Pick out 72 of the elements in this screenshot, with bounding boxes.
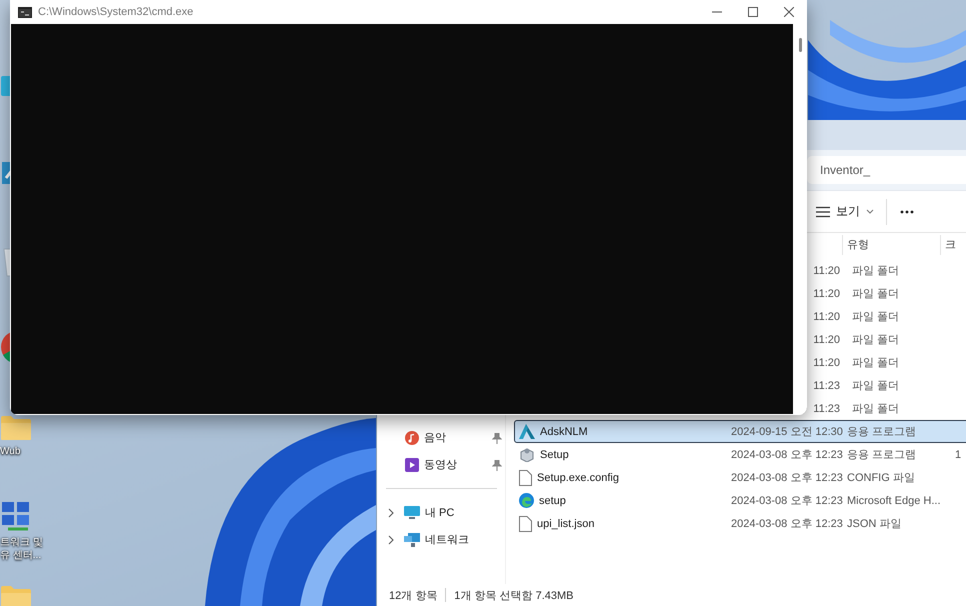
- file-type: 응용 프로그램: [846, 425, 918, 439]
- folder-icon[interactable]: [0, 415, 32, 441]
- maximize-icon: [748, 7, 758, 17]
- close-icon: [784, 7, 794, 17]
- music-icon: [405, 430, 419, 444]
- scrollbar-thumb[interactable]: [798, 38, 802, 52]
- modified-date: 11:20: [812, 356, 841, 368]
- file-type: 응용 프로그램: [846, 448, 918, 462]
- file-row[interactable]: 11:20 파일 폴더: [809, 282, 966, 305]
- file-name: AdskNLM: [540, 426, 588, 438]
- modified-date: 2024-03-08 오후 12:23: [731, 471, 843, 485]
- file-row[interactable]: 11:20 파일 폴더: [809, 305, 966, 328]
- modified-date: 11:20: [812, 334, 841, 346]
- more-icon: [900, 210, 914, 214]
- item-count: 12개 항목: [389, 588, 438, 602]
- file-row[interactable]: upi_list.json 2024-03-08 오후 12:23 JSON 파일: [514, 512, 966, 535]
- search-field[interactable]: Inventor_: [807, 156, 966, 184]
- document-icon: [519, 516, 532, 532]
- file-type: Microsoft Edge H...: [846, 494, 941, 506]
- video-icon: [405, 458, 419, 472]
- expand-chevron-icon[interactable]: [387, 508, 395, 518]
- view-button[interactable]: 보기: [813, 199, 877, 224]
- file-type: JSON 파일: [846, 517, 902, 531]
- pin-icon[interactable]: [492, 460, 502, 471]
- file-type: 파일 폴더: [851, 264, 900, 278]
- console-icon: [18, 6, 32, 18]
- file-name: Setup: [540, 448, 569, 460]
- expand-chevron-icon[interactable]: [387, 534, 395, 544]
- file-row[interactable]: 11:23 파일 폴더: [809, 397, 966, 420]
- chevron-down-icon: [866, 208, 874, 214]
- sidebar-item[interactable]: 동영상: [377, 451, 505, 478]
- file-name: Setup.exe.config: [537, 472, 619, 484]
- file-type: 파일 폴더: [851, 356, 900, 370]
- modified-date: 11:20: [812, 288, 841, 300]
- installer-box-icon: [519, 447, 535, 462]
- column-header[interactable]: 크: [940, 235, 966, 255]
- modified-date: 11:23: [812, 402, 841, 414]
- pin-icon[interactable]: [492, 433, 502, 444]
- modified-date: 2024-09-15 오전 12:30: [731, 425, 843, 439]
- file-row[interactable]: setup 2024-03-08 오후 12:23 Microsoft Edge H...: [514, 489, 966, 512]
- file-size: 1: [955, 448, 962, 460]
- sidebar-item[interactable]: 내 PC: [377, 499, 505, 526]
- modified-date: 2024-03-08 오후 12:23: [731, 448, 843, 462]
- selection-info: 1개 항목 선택함 7.43MB: [454, 588, 574, 602]
- file-type: 파일 폴더: [851, 287, 900, 301]
- file-type: 파일 폴더: [851, 333, 900, 347]
- file-name: upi_list.json: [537, 518, 594, 530]
- modified-date: 2024-03-08 오후 12:23: [731, 517, 843, 531]
- window-title: C:\Windows\System32\cmd.exe: [38, 6, 194, 18]
- file-type: 파일 폴더: [851, 310, 900, 324]
- file-row[interactable]: Setup.exe.config 2024-03-08 오후 12:23 CONFIG 파일: [514, 466, 966, 489]
- modified-date: 11:20: [812, 264, 841, 276]
- sidebar-item[interactable]: 음악: [377, 424, 505, 451]
- file-row[interactable]: 11:20 파일 폴더: [809, 259, 966, 282]
- file-type: 파일 폴더: [851, 402, 900, 416]
- modified-date: 2024-03-08 오후 12:23: [731, 494, 843, 508]
- sidebar-item[interactable]: 네트워크: [377, 526, 505, 553]
- file-name: setup: [539, 494, 566, 506]
- list-view-icon: [816, 206, 830, 218]
- document-icon: [519, 470, 532, 486]
- modified-date: 11:20: [812, 310, 841, 322]
- triangle-logo-icon: [519, 424, 535, 439]
- file-row[interactable]: 11:20 파일 폴더: [809, 328, 966, 351]
- file-row[interactable]: AdskNLM 2024-09-15 오전 12:30 응용 프로그램: [514, 420, 966, 443]
- modified-date: 11:23: [812, 380, 841, 392]
- file-row[interactable]: 11:23 파일 폴더: [809, 374, 966, 397]
- file-type: 파일 폴더: [851, 379, 900, 393]
- file-type: CONFIG 파일: [846, 471, 916, 485]
- network-computers-icon[interactable]: [0, 500, 32, 532]
- file-row[interactable]: Setup 2024-03-08 오후 12:23 응용 프로그램 1: [514, 443, 966, 466]
- file-row[interactable]: 11:20 파일 폴더: [809, 351, 966, 374]
- column-header[interactable]: 유형: [842, 235, 940, 255]
